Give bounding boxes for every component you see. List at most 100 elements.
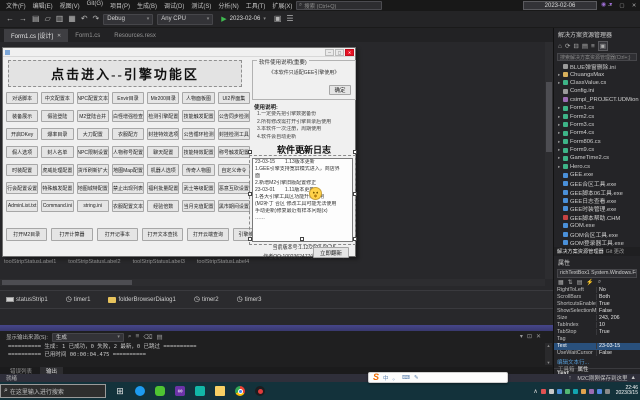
function-button[interactable]: Mir200目录 bbox=[147, 92, 179, 104]
function-button[interactable]: 衣服配方 bbox=[112, 128, 144, 140]
dock-tab[interactable]: 工具箱 bbox=[558, 365, 575, 373]
selection-handle[interactable] bbox=[248, 237, 252, 241]
function-button[interactable]: 封人名单 bbox=[41, 146, 73, 158]
taskbar-clock[interactable]: 22:46 2023/3/15 bbox=[616, 386, 638, 397]
solution-tree-item[interactable]: ▸ GameTime2.cs bbox=[554, 154, 640, 162]
function-button[interactable]: 虎威处理配置 bbox=[41, 164, 73, 176]
designer-vertical-scrollbar[interactable] bbox=[545, 42, 553, 279]
document-tab[interactable]: Form1.cs [设计]✕ bbox=[4, 29, 68, 42]
function-button[interactable]: M2登陆合并 bbox=[77, 110, 109, 122]
function-button[interactable]: 中文配置本 bbox=[41, 92, 73, 104]
property-row[interactable]: Tag bbox=[554, 336, 640, 343]
selection-handle[interactable] bbox=[248, 192, 252, 196]
function-button[interactable]: 行会配置设置 bbox=[6, 182, 38, 194]
menu-item[interactable]: 视图(V) bbox=[60, 1, 80, 10]
screen-record-icon[interactable] bbox=[255, 386, 265, 396]
maximize-button[interactable]: ▢ bbox=[616, 0, 628, 11]
find-icon[interactable]: ⌕ bbox=[128, 333, 132, 341]
task-view-icon[interactable] bbox=[115, 386, 125, 396]
function-button[interactable]: 时装配置 bbox=[6, 164, 38, 176]
menu-item[interactable]: 项目(P) bbox=[110, 1, 130, 10]
tray-app-icon[interactable] bbox=[541, 389, 546, 394]
back-icon[interactable]: ← bbox=[6, 15, 14, 23]
collapse-all-icon[interactable]: ⊟ bbox=[573, 42, 578, 50]
function-button[interactable]: 聊天配置 bbox=[147, 146, 179, 158]
taskbar-search-box[interactable]: ⌕ 在这里输入进行搜索 bbox=[0, 384, 106, 398]
clear-output-icon[interactable]: ⌫ bbox=[143, 333, 152, 341]
chrome-icon[interactable] bbox=[235, 386, 245, 396]
solution-tree-item[interactable]: GOM登录器工具.exe bbox=[554, 238, 640, 246]
menu-item[interactable]: 工具(T) bbox=[246, 1, 266, 10]
tray-app-icon[interactable] bbox=[589, 389, 594, 394]
solution-tree-item[interactable]: GOM合区工具.exe bbox=[554, 230, 640, 238]
property-row[interactable]: UseWaitCursor False bbox=[554, 350, 640, 357]
solution-tree-item[interactable]: ▸ Hero.cs bbox=[554, 163, 640, 171]
open-tool-button[interactable]: 打开计算器 bbox=[51, 228, 92, 241]
configuration-dropdown[interactable]: Debug▾ bbox=[103, 14, 153, 25]
show-all-files-icon[interactable]: ▤ bbox=[582, 42, 588, 50]
toolstrip-status-label[interactable]: toolStripStatusLabel3 bbox=[133, 259, 185, 265]
toolstrip-status-label[interactable]: toolStripStatusLabel2 bbox=[68, 259, 120, 265]
tray-component[interactable]: folderBrowserDialog1 bbox=[108, 297, 175, 303]
visual-studio-icon[interactable] bbox=[175, 386, 185, 396]
function-button[interactable]: 封挂检测工具 bbox=[218, 128, 250, 140]
property-row[interactable]: Size 243, 206 bbox=[554, 315, 640, 322]
function-button[interactable]: 大刀配置 bbox=[77, 128, 109, 140]
sogou-logo-icon[interactable]: S bbox=[373, 373, 379, 382]
selection-handle[interactable] bbox=[353, 237, 357, 241]
function-button[interactable]: UI2界面集 bbox=[218, 92, 250, 104]
solution-tree-item[interactable]: csimpl_PROJECT.UDMion bbox=[554, 96, 640, 104]
refresh-icon[interactable]: ⟳ bbox=[565, 42, 570, 50]
ime-tool-icon[interactable]: 中 bbox=[383, 374, 389, 382]
solution-tree-item[interactable]: BLUE弹窗删除.ini bbox=[554, 62, 640, 70]
tray-app-icon[interactable] bbox=[549, 389, 554, 394]
toolstrip-status-label[interactable]: toolStripStatusLabel4 bbox=[197, 259, 249, 265]
property-row[interactable]: Text 23-03-15 bbox=[554, 343, 640, 350]
function-button[interactable]: 特殊触发配置 bbox=[41, 182, 73, 194]
panel-maximize-icon[interactable]: ⊡ bbox=[527, 333, 532, 340]
property-row[interactable]: ScrollBars Both bbox=[554, 294, 640, 301]
open-tool-button[interactable]: 打开M2目录 bbox=[6, 228, 47, 241]
tray-component[interactable]: ◷ timer1 bbox=[66, 296, 91, 303]
solution-tree-item[interactable]: GEE脚本06工具.exe bbox=[554, 188, 640, 196]
solution-tree-item[interactable]: ▸ Form806.cs bbox=[554, 138, 640, 146]
form-maximize-button[interactable]: ▢ bbox=[335, 49, 344, 56]
refresh-now-button[interactable]: 立即翻新 bbox=[313, 247, 349, 258]
update-log-richtextbox[interactable]: 23-03-15 1.13版本更新1.GEE引擎支持宽屏模式进入，商店界面2.新… bbox=[252, 158, 353, 242]
ime-tool-icon[interactable]: 。 bbox=[393, 374, 399, 382]
tray-app-icon[interactable] bbox=[597, 389, 602, 394]
solution-name-box[interactable]: 2023-02-06 bbox=[523, 1, 597, 10]
property-row[interactable]: ShortcutsEnabled True bbox=[554, 301, 640, 308]
start-debug-button[interactable]: ▶ 2023-02-06 ▾ bbox=[217, 14, 270, 25]
output-source-dropdown[interactable]: 生成▾ bbox=[52, 333, 124, 342]
selection-handle[interactable] bbox=[353, 150, 357, 154]
function-button[interactable]: 装备展示 bbox=[6, 110, 38, 122]
tray-app-icon[interactable] bbox=[565, 389, 570, 394]
property-row[interactable]: TabIndex 10 bbox=[554, 322, 640, 329]
selection-handle[interactable] bbox=[300, 150, 304, 154]
toggle-wordwrap-icon[interactable]: ▤ bbox=[157, 333, 163, 341]
home-icon[interactable]: ⌂ bbox=[558, 43, 562, 50]
teal-app-icon[interactable] bbox=[195, 386, 205, 396]
property-row[interactable]: RightToLeft No bbox=[554, 287, 640, 294]
designer-horizontal-scrollbar[interactable] bbox=[0, 279, 545, 286]
function-button[interactable]: 白怪增强检查 bbox=[112, 110, 144, 122]
function-button[interactable]: 自定义命令 bbox=[218, 164, 250, 176]
panel-dropdown-icon[interactable]: ▾ bbox=[520, 333, 523, 340]
solution-tree-item[interactable]: Config.ini bbox=[554, 87, 640, 95]
function-button[interactable]: string.ini bbox=[77, 200, 109, 212]
engine-function-banner[interactable]: 点击进入--引擎功能区 bbox=[8, 60, 242, 87]
dock-tab[interactable]: 解决方案资源管理器 bbox=[557, 248, 604, 255]
menu-item[interactable]: 测试(S) bbox=[191, 1, 211, 10]
panel-close-icon[interactable]: ✕ bbox=[536, 333, 541, 340]
alphabetical-icon[interactable]: ⇅ bbox=[568, 279, 573, 286]
bottom-panel-tab[interactable]: 输出 bbox=[40, 367, 63, 374]
form-close-button[interactable]: ✕ bbox=[345, 49, 354, 56]
form-minimize-button[interactable]: ─ bbox=[325, 49, 334, 56]
platform-dropdown[interactable]: Any CPU▾ bbox=[157, 14, 213, 25]
function-button[interactable]: 开启DKey bbox=[6, 128, 38, 140]
selection-handle[interactable] bbox=[300, 237, 304, 241]
forward-icon[interactable]: → bbox=[19, 15, 27, 23]
selection-handle[interactable] bbox=[248, 150, 252, 154]
function-button[interactable]: 黑市期间设置 bbox=[218, 200, 250, 212]
